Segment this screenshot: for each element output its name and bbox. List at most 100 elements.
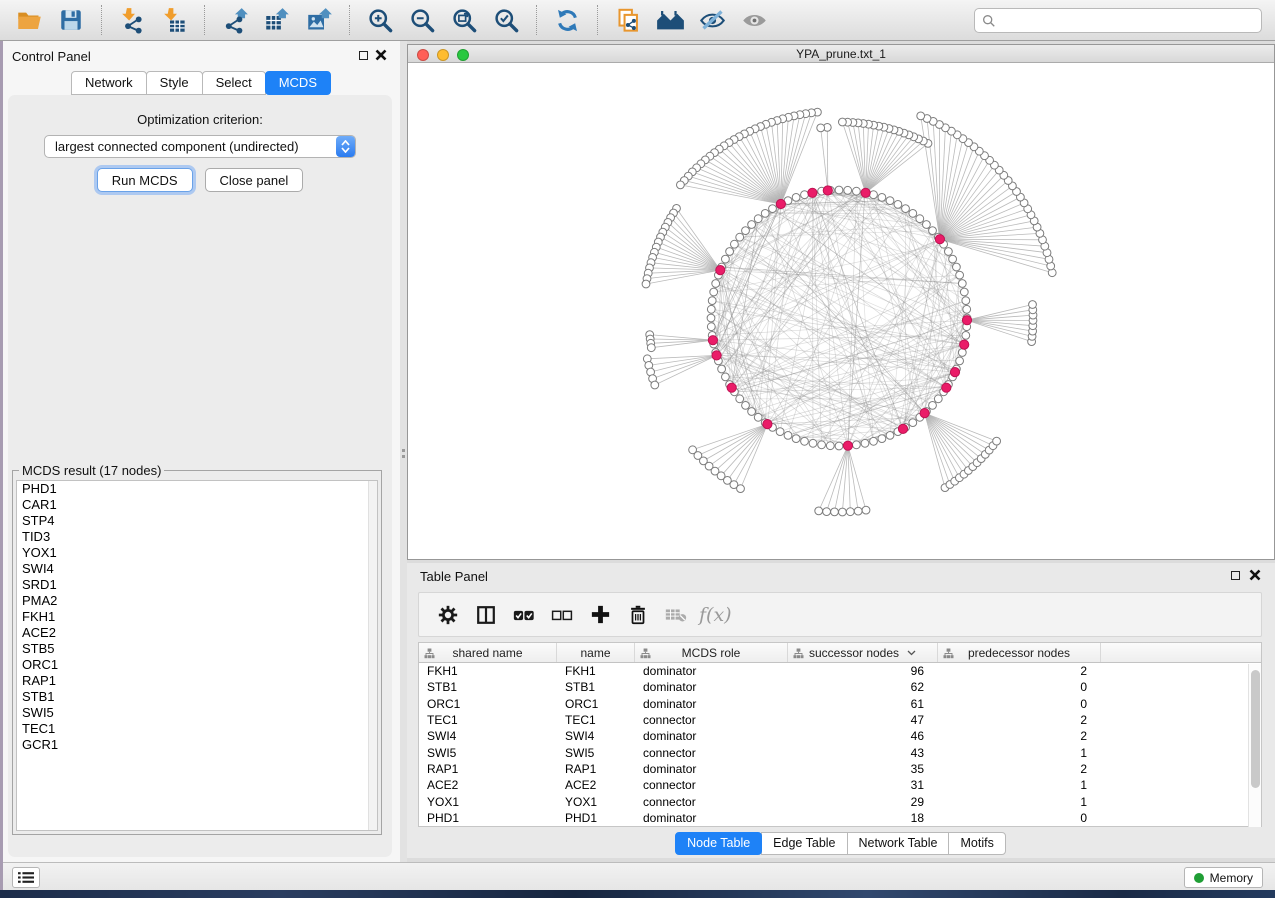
graph-node[interactable] [953, 263, 961, 271]
close-panel-button[interactable]: Close panel [205, 168, 304, 192]
graph-node[interactable] [809, 439, 817, 447]
graph-node[interactable] [870, 437, 878, 445]
graph-hub-node[interactable] [843, 441, 852, 450]
save-session-icon[interactable] [56, 5, 86, 35]
mcds-result-item[interactable]: SWI4 [17, 561, 377, 577]
duplicate-network-icon[interactable] [613, 5, 643, 35]
delete-column-icon[interactable] [623, 601, 653, 629]
table-options-icon[interactable] [433, 601, 463, 629]
graph-node[interactable] [792, 435, 800, 443]
mcds-result-item[interactable]: STB5 [17, 641, 377, 657]
mcds-result-item[interactable]: PMA2 [17, 593, 377, 609]
graph-node[interactable] [718, 365, 726, 373]
export-network-icon[interactable] [220, 5, 250, 35]
graph-hub-node[interactable] [861, 188, 870, 197]
tab-mcds[interactable]: MCDS [265, 71, 331, 95]
graph-hub-node[interactable] [935, 235, 944, 244]
graph-leaf-node[interactable] [831, 508, 839, 516]
mcds-result-item[interactable]: GCR1 [17, 737, 377, 753]
column-header-shared-name[interactable]: shared name [419, 643, 557, 662]
graph-node[interactable] [835, 442, 843, 450]
search-input[interactable] [1001, 11, 1261, 31]
graph-node[interactable] [708, 297, 716, 305]
graph-node[interactable] [956, 357, 964, 365]
deselect-all-icon[interactable] [547, 601, 577, 629]
tab-edge-table[interactable]: Edge Table [761, 832, 847, 855]
graph-leaf-node[interactable] [839, 118, 847, 126]
graph-leaf-node[interactable] [647, 344, 655, 352]
graph-hub-node[interactable] [708, 336, 717, 345]
task-history-button[interactable] [12, 867, 40, 888]
mcds-result-item[interactable]: ORC1 [17, 657, 377, 673]
graph-hub-node[interactable] [960, 340, 969, 349]
graph-node[interactable] [731, 240, 739, 248]
graph-node[interactable] [886, 197, 894, 205]
graph-node[interactable] [958, 280, 966, 288]
graph-node[interactable] [707, 305, 715, 313]
zoom-selected-icon[interactable] [491, 5, 521, 35]
hide-selected-icon[interactable] [697, 5, 727, 35]
table-scrollbar-thumb[interactable] [1251, 670, 1260, 788]
graph-node[interactable] [736, 233, 744, 241]
graph-node[interactable] [934, 395, 942, 403]
import-network-icon[interactable] [117, 5, 147, 35]
add-column-icon[interactable] [585, 601, 615, 629]
graph-node[interactable] [722, 373, 730, 381]
graph-hub-node[interactable] [776, 199, 785, 208]
graph-leaf-node[interactable] [677, 181, 685, 189]
graph-node[interactable] [923, 221, 931, 229]
graph-node[interactable] [712, 280, 720, 288]
mcds-result-item[interactable]: STB1 [17, 689, 377, 705]
column-header-successor-nodes[interactable]: successor nodes [788, 643, 938, 662]
mcds-result-item[interactable]: ACE2 [17, 625, 377, 641]
graph-node[interactable] [962, 332, 970, 340]
graph-node[interactable] [722, 255, 730, 263]
mcds-result-item[interactable]: PHD1 [17, 481, 377, 497]
mcds-result-item[interactable]: RAP1 [17, 673, 377, 689]
float-table-panel-icon[interactable] [1231, 571, 1240, 580]
export-image-icon[interactable] [304, 5, 334, 35]
graph-node[interactable] [818, 441, 826, 449]
memory-button[interactable]: Memory [1184, 867, 1263, 888]
float-panel-icon[interactable] [359, 51, 368, 60]
open-session-icon[interactable] [14, 5, 44, 35]
graph-node[interactable] [761, 210, 769, 218]
graph-leaf-node[interactable] [839, 508, 847, 516]
zoom-fit-icon[interactable] [449, 5, 479, 35]
zoom-out-icon[interactable] [407, 5, 437, 35]
tab-style[interactable]: Style [146, 71, 203, 95]
graph-node[interactable] [707, 323, 715, 331]
table-row[interactable]: SWI4SWI4dominator462 [419, 728, 1261, 744]
graph-hub-node[interactable] [823, 186, 832, 195]
graph-hub-node[interactable] [727, 383, 736, 392]
graph-leaf-node[interactable] [1029, 301, 1037, 309]
tab-network[interactable]: Network [71, 71, 147, 95]
graph-node[interactable] [949, 255, 957, 263]
mcds-result-item[interactable]: SRD1 [17, 577, 377, 593]
mcds-result-item[interactable]: TID3 [17, 529, 377, 545]
graph-hub-node[interactable] [962, 316, 971, 325]
graph-node[interactable] [776, 428, 784, 436]
network-window-titlebar[interactable]: YPA_prune.txt_1 [408, 45, 1274, 63]
graph-node[interactable] [962, 297, 970, 305]
graph-node[interactable] [861, 439, 869, 447]
graph-node[interactable] [826, 442, 834, 450]
mcds-result-item[interactable]: FKH1 [17, 609, 377, 625]
show-all-icon[interactable] [739, 5, 769, 35]
close-table-panel-icon[interactable] [1249, 569, 1261, 581]
refresh-icon[interactable] [552, 5, 582, 35]
mcds-list-scrollbar[interactable] [368, 481, 377, 830]
graph-node[interactable] [792, 194, 800, 202]
panel-splitter[interactable] [400, 41, 407, 862]
tab-network-table[interactable]: Network Table [847, 832, 950, 855]
graph-node[interactable] [916, 215, 924, 223]
graph-leaf-node[interactable] [917, 112, 925, 120]
tab-node-table[interactable]: Node Table [675, 832, 762, 855]
graph-node[interactable] [784, 432, 792, 440]
graph-node[interactable] [754, 413, 762, 421]
table-row[interactable]: ORC1ORC1dominator610 [419, 696, 1261, 712]
table-row[interactable]: YOX1YOX1connector291 [419, 793, 1261, 809]
graph-node[interactable] [742, 402, 750, 410]
table-row[interactable]: ACE2ACE2connector311 [419, 777, 1261, 793]
zoom-in-icon[interactable] [365, 5, 395, 35]
